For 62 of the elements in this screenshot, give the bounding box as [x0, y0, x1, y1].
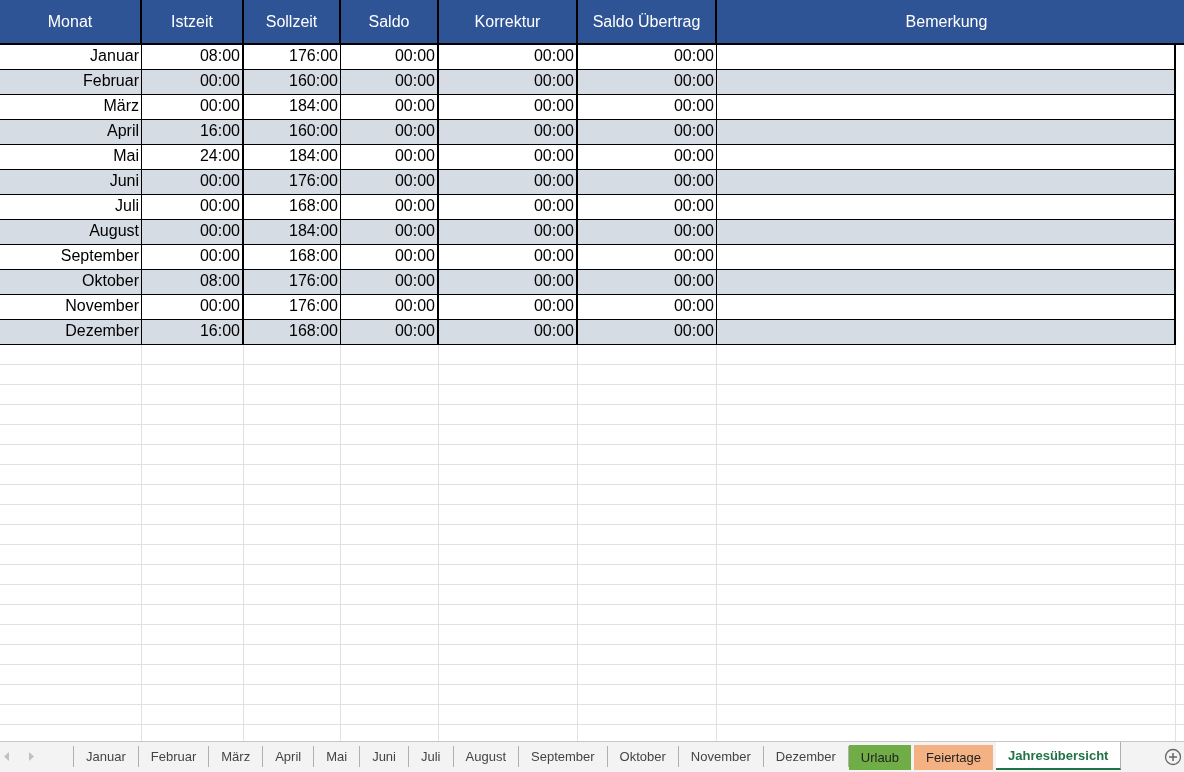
table-cell: 00:00 [142, 170, 244, 195]
table-cell: 00:00 [142, 70, 244, 95]
column-header: Bemerkung [717, 0, 1176, 45]
add-sheet-icon[interactable] [1164, 748, 1182, 766]
table-cell: 00:00 [439, 120, 578, 145]
column-header: Sollzeit [244, 0, 341, 45]
table-cell: 00:00 [341, 320, 439, 345]
left-arrow-icon[interactable] [4, 752, 10, 761]
column-header: Saldo [341, 0, 439, 45]
sheet-tab[interactable]: Juli [409, 746, 454, 767]
table-cell: 00:00 [341, 170, 439, 195]
table-cell: 16:00 [142, 320, 244, 345]
table-cell: 168:00 [244, 320, 341, 345]
column-header: Korrektur [439, 0, 578, 45]
sheet-tab[interactable]: September [519, 746, 608, 767]
table-cell: 00:00 [341, 70, 439, 95]
column-header: Istzeit [142, 0, 244, 45]
sheet-tab[interactable]: Juni [360, 746, 409, 767]
sheet-tab[interactable]: Jahresübersicht [996, 742, 1122, 770]
table-cell: 176:00 [244, 170, 341, 195]
table-cell: Februar [0, 70, 142, 95]
column-header: Monat [0, 0, 142, 45]
table-cell: 00:00 [578, 120, 717, 145]
table-cell: Juni [0, 170, 142, 195]
table-cell: 00:00 [578, 270, 717, 295]
table-cell: April [0, 120, 142, 145]
table-cell: 160:00 [244, 120, 341, 145]
table-cell: 00:00 [439, 270, 578, 295]
table-cell: 16:00 [142, 120, 244, 145]
table-cell: 00:00 [439, 170, 578, 195]
column-header: Saldo Übertrag [578, 0, 717, 45]
sheet-tab[interactable]: Mai [314, 746, 361, 767]
table-cell: 184:00 [244, 220, 341, 245]
table-cell: 08:00 [142, 270, 244, 295]
header-background [1176, 0, 1184, 45]
table-cell: Oktober [0, 270, 142, 295]
table-cell: 00:00 [439, 70, 578, 95]
table-cell: August [0, 220, 142, 245]
table-cell: 00:00 [578, 220, 717, 245]
table-cell: 00:00 [578, 70, 717, 95]
sheet-tab[interactable]: Februar [138, 746, 210, 767]
table-cell: 176:00 [244, 270, 341, 295]
sheet-tab[interactable]: Januar [74, 746, 139, 767]
table-cell: 160:00 [244, 70, 341, 95]
table-cell: 00:00 [439, 320, 578, 345]
sheet-tab[interactable]: April [263, 746, 315, 767]
sheet-tab[interactable]: November [678, 746, 764, 767]
table-cell: 00:00 [341, 120, 439, 145]
sheet-tab[interactable]: März [209, 746, 264, 767]
table-cell: 00:00 [341, 270, 439, 295]
sheet-tab[interactable]: Dezember [763, 746, 849, 767]
sheet-tab[interactable]: Oktober [607, 746, 679, 767]
sheet-tab[interactable]: August [453, 746, 519, 767]
sheet-tab[interactable]: Feiertage [914, 745, 993, 770]
table-cell: Dezember [0, 320, 142, 345]
table-cell: 00:00 [578, 320, 717, 345]
table-cell: 00:00 [142, 220, 244, 245]
table-cell: 00:00 [341, 220, 439, 245]
right-arrow-icon[interactable] [28, 752, 34, 761]
table-cell: 00:00 [578, 170, 717, 195]
table-cell: 00:00 [439, 220, 578, 245]
sheet-tab[interactable]: Urlaub [848, 745, 912, 770]
